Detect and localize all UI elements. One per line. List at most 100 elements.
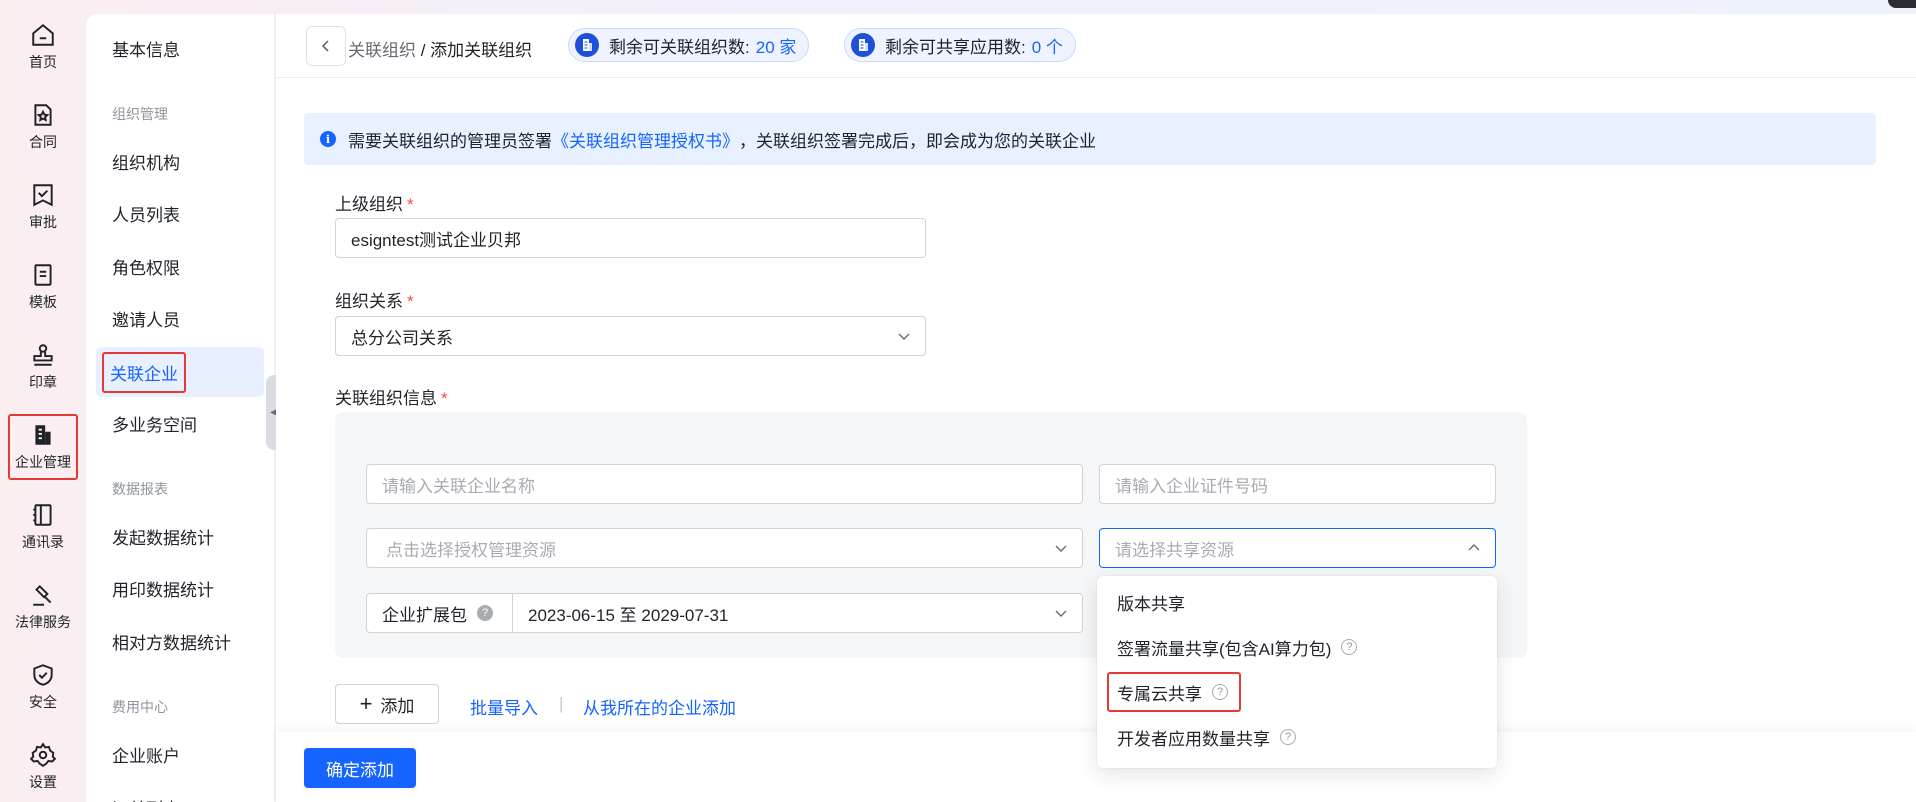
add-button[interactable]: + 添加 xyxy=(335,684,439,724)
required-mark: * xyxy=(441,389,448,408)
rail-label: 模板 xyxy=(29,294,57,310)
rail-home[interactable]: 首页 xyxy=(8,14,78,80)
nav-item-initiate-stats[interactable]: 发起数据统计 xyxy=(86,511,264,561)
remaining-org-label: 剩余可关联组织数: xyxy=(609,37,750,57)
rail-label: 安全 xyxy=(29,694,57,710)
alert-suffix: ，关联组织签署完成后，即会成为您的关联企业 xyxy=(739,131,1096,151)
chevron-down-icon xyxy=(1055,545,1067,552)
nav-item-related-enterprise[interactable]: 关联企业 xyxy=(96,347,264,397)
breadcrumb-current: 添加关联组织 xyxy=(430,41,533,60)
help-icon[interactable]: ? xyxy=(1341,639,1358,655)
rail-security[interactable]: 安全 xyxy=(8,654,78,720)
confirm-add-button[interactable]: 确定添加 xyxy=(304,748,416,788)
rail-label: 设置 xyxy=(29,774,57,790)
seal-icon xyxy=(33,344,53,366)
remaining-org-value: 20 家 xyxy=(755,37,797,57)
option-version-share[interactable]: 版本共享 xyxy=(1107,582,1487,622)
home-icon xyxy=(32,23,54,46)
remaining-app-chip: 剩余可共享应用数: 0 个 xyxy=(844,28,1076,62)
info-icon: i xyxy=(320,131,336,147)
breadcrumb-separator: / xyxy=(416,41,431,60)
template-icon xyxy=(34,264,52,286)
rail-seal[interactable]: 印章 xyxy=(8,334,78,400)
sub-navigation: 基本信息 组织管理 组织机构 人员列表 角色权限 邀请人员 关联企业 多业务空间… xyxy=(86,14,274,802)
nav-item-basic-info[interactable]: 基本信息 xyxy=(86,23,264,73)
chevron-down-icon xyxy=(898,333,910,340)
nav-item-invite[interactable]: 邀请人员 xyxy=(86,293,264,343)
option-developer-app-share[interactable]: 开发者应用数量共享? xyxy=(1107,717,1487,757)
chevron-down-icon xyxy=(1055,610,1067,617)
share-resource-dropdown: 版本共享 签署流量共享(包含AI算力包)? 专属云共享? 开发者应用数量共享? xyxy=(1097,576,1497,768)
rail-settings[interactable]: 设置 xyxy=(8,734,78,800)
relation-select-value: 总分公司关系 xyxy=(351,328,453,348)
nav-item-role-permission[interactable]: 角色权限 xyxy=(86,241,264,291)
enterprise-icon xyxy=(35,425,51,445)
option-dedicated-cloud-share[interactable]: 专属云共享? xyxy=(1107,672,1241,712)
nav-item-multi-space[interactable]: 多业务空间 xyxy=(86,398,264,448)
nav-item-seal-stats[interactable]: 用印数据统计 xyxy=(86,563,264,613)
authorization-letter-link[interactable]: 《关联组织管理授权书》 xyxy=(552,127,739,152)
extension-pack-label: 企业扩展包? xyxy=(367,594,513,632)
plus-icon: + xyxy=(359,691,373,716)
contract-icon xyxy=(34,104,52,126)
window-corner xyxy=(1888,0,1916,8)
security-icon xyxy=(33,664,53,686)
parent-org-label: 上级组织 * xyxy=(335,195,414,214)
back-button[interactable] xyxy=(306,26,346,66)
rail-contract[interactable]: 合同 xyxy=(8,94,78,160)
page-footer: 确定添加 xyxy=(276,732,1916,802)
option-label: 专属云共享 xyxy=(1117,684,1202,704)
icon-rail: 首页 合同 审批 模板 印章 企业管理 通讯录 法律服务 安全 设置 xyxy=(0,0,86,802)
contacts-icon xyxy=(33,504,52,526)
approval-icon xyxy=(33,184,53,207)
help-icon[interactable]: ? xyxy=(1280,729,1296,745)
remaining-app-value: 0 个 xyxy=(1031,37,1063,57)
rail-approval[interactable]: 审批 xyxy=(8,174,78,240)
nav-group-report: 数据报表 xyxy=(112,481,168,497)
breadcrumb: 关联组织 / 添加关联组织 xyxy=(348,36,532,61)
rail-template[interactable]: 模板 xyxy=(8,254,78,320)
option-label: 开发者应用数量共享 xyxy=(1117,729,1270,749)
rail-label: 法律服务 xyxy=(15,614,71,630)
relation-label: 组织关系 * xyxy=(335,292,414,311)
batch-import-link[interactable]: 批量导入 xyxy=(470,694,538,719)
rail-label: 通讯录 xyxy=(22,534,64,550)
remaining-org-chip: 剩余可关联组织数: 20 家 xyxy=(568,28,810,62)
info-alert: i 需要关联组织的管理员签署 《关联组织管理授权书》 ，关联组织签署完成后，即会… xyxy=(304,113,1876,165)
enterprise-name-input[interactable]: 请输入关联企业名称 xyxy=(366,464,1083,504)
nav-item-orders[interactable]: 订单列表 xyxy=(86,782,264,802)
required-mark: * xyxy=(407,292,414,311)
alert-prefix: 需要关联组织的管理员签署 xyxy=(348,131,552,151)
option-sign-traffic-share[interactable]: 签署流量共享(包含AI算力包)? xyxy=(1107,627,1487,667)
nav-item-counterparty-stats[interactable]: 相对方数据统计 xyxy=(86,616,264,666)
option-label: 签署流量共享(包含AI算力包) xyxy=(1117,639,1332,659)
nav-item-account[interactable]: 企业账户 xyxy=(86,729,264,779)
breadcrumb-parent[interactable]: 关联组织 xyxy=(348,41,416,60)
add-from-my-enterprise-link[interactable]: 从我所在的企业添加 xyxy=(583,694,736,719)
share-resource-select[interactable]: 请选择共享资源 xyxy=(1099,528,1496,568)
add-button-label: 添加 xyxy=(380,696,415,716)
help-icon[interactable]: ? xyxy=(477,605,493,621)
share-resource-placeholder: 请选择共享资源 xyxy=(1115,540,1234,560)
settings-icon xyxy=(30,742,56,768)
nav-item-org-structure[interactable]: 组织机构 xyxy=(86,136,264,186)
help-icon[interactable]: ? xyxy=(1212,684,1228,700)
extension-pack-value: 2023-06-15 至 2029-07-31 xyxy=(528,605,729,625)
extension-pack-field[interactable]: 企业扩展包? 2023-06-15 至 2029-07-31 xyxy=(366,593,1083,633)
main-panel: 关联组织 / 添加关联组织 剩余可关联组织数: 20 家 剩余可共享应用数: 0… xyxy=(276,14,1916,802)
rail-label: 印章 xyxy=(29,374,57,390)
auth-resource-placeholder: 点击选择授权管理资源 xyxy=(386,540,556,560)
link-divider: | xyxy=(559,694,564,713)
auth-resource-select[interactable]: 点击选择授权管理资源 xyxy=(366,528,1083,568)
remaining-app-label: 剩余可共享应用数: xyxy=(885,37,1026,57)
rail-legal[interactable]: 法律服务 xyxy=(8,574,78,640)
rail-enterprise[interactable]: 企业管理 xyxy=(8,414,78,480)
cert-number-input[interactable]: 请输入企业证件号码 xyxy=(1099,464,1496,504)
relation-select[interactable]: 总分公司关系 xyxy=(335,316,926,356)
parent-org-field[interactable]: esigntest测试企业贝邦 xyxy=(335,218,926,258)
building-icon xyxy=(575,33,599,57)
nav-group-org: 组织管理 xyxy=(112,106,168,122)
option-label: 版本共享 xyxy=(1117,594,1185,614)
nav-item-member-list[interactable]: 人员列表 xyxy=(86,188,264,238)
rail-contacts[interactable]: 通讯录 xyxy=(8,494,78,560)
